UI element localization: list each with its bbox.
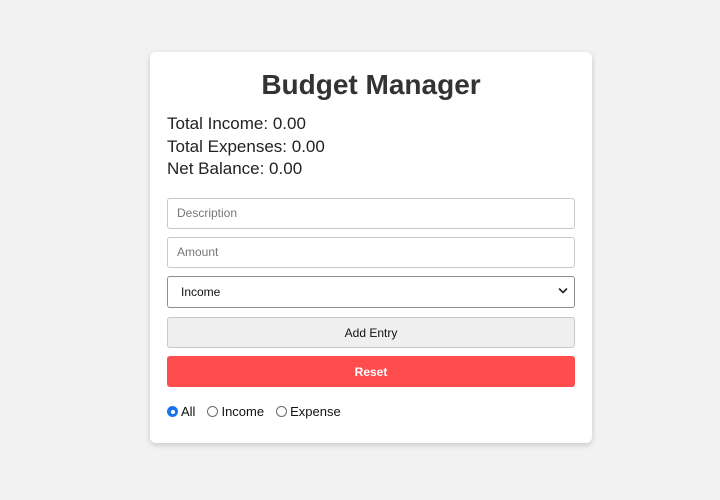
type-select[interactable]: Income — [167, 275, 575, 308]
filter-income-label: Income — [221, 404, 265, 419]
filter-income[interactable]: Income — [207, 404, 264, 419]
filter-all-label: All — [181, 404, 196, 419]
totals-summary: Total Income: 0.00 Total Expenses: 0.00 … — [167, 113, 575, 181]
filter-radio-group: All Income Expense — [167, 403, 575, 421]
radio-all[interactable] — [167, 406, 178, 417]
radio-expense[interactable] — [276, 406, 288, 417]
description-input[interactable] — [167, 197, 575, 229]
chevron-down-icon — [558, 287, 568, 293]
add-entry-button[interactable]: Add Entry — [167, 316, 575, 348]
type-select-value: Income — [181, 284, 221, 299]
filter-expense[interactable]: Expense — [276, 404, 341, 419]
page-title: Budget Manager — [261, 69, 481, 100]
amount-input[interactable] — [167, 236, 575, 268]
radio-income[interactable] — [207, 406, 219, 417]
total-income: Total Income: 0.00 — [167, 114, 306, 133]
budget-card: Budget Manager Total Income: 0.00 Total … — [150, 52, 592, 443]
net-balance: Net Balance: 0.00 — [167, 159, 303, 178]
total-expenses: Total Expenses: 0.00 — [167, 136, 325, 156]
reset-button[interactable]: Reset — [167, 355, 575, 387]
filter-expense-label: Expense — [290, 404, 341, 419]
filter-all[interactable]: All — [167, 404, 195, 419]
